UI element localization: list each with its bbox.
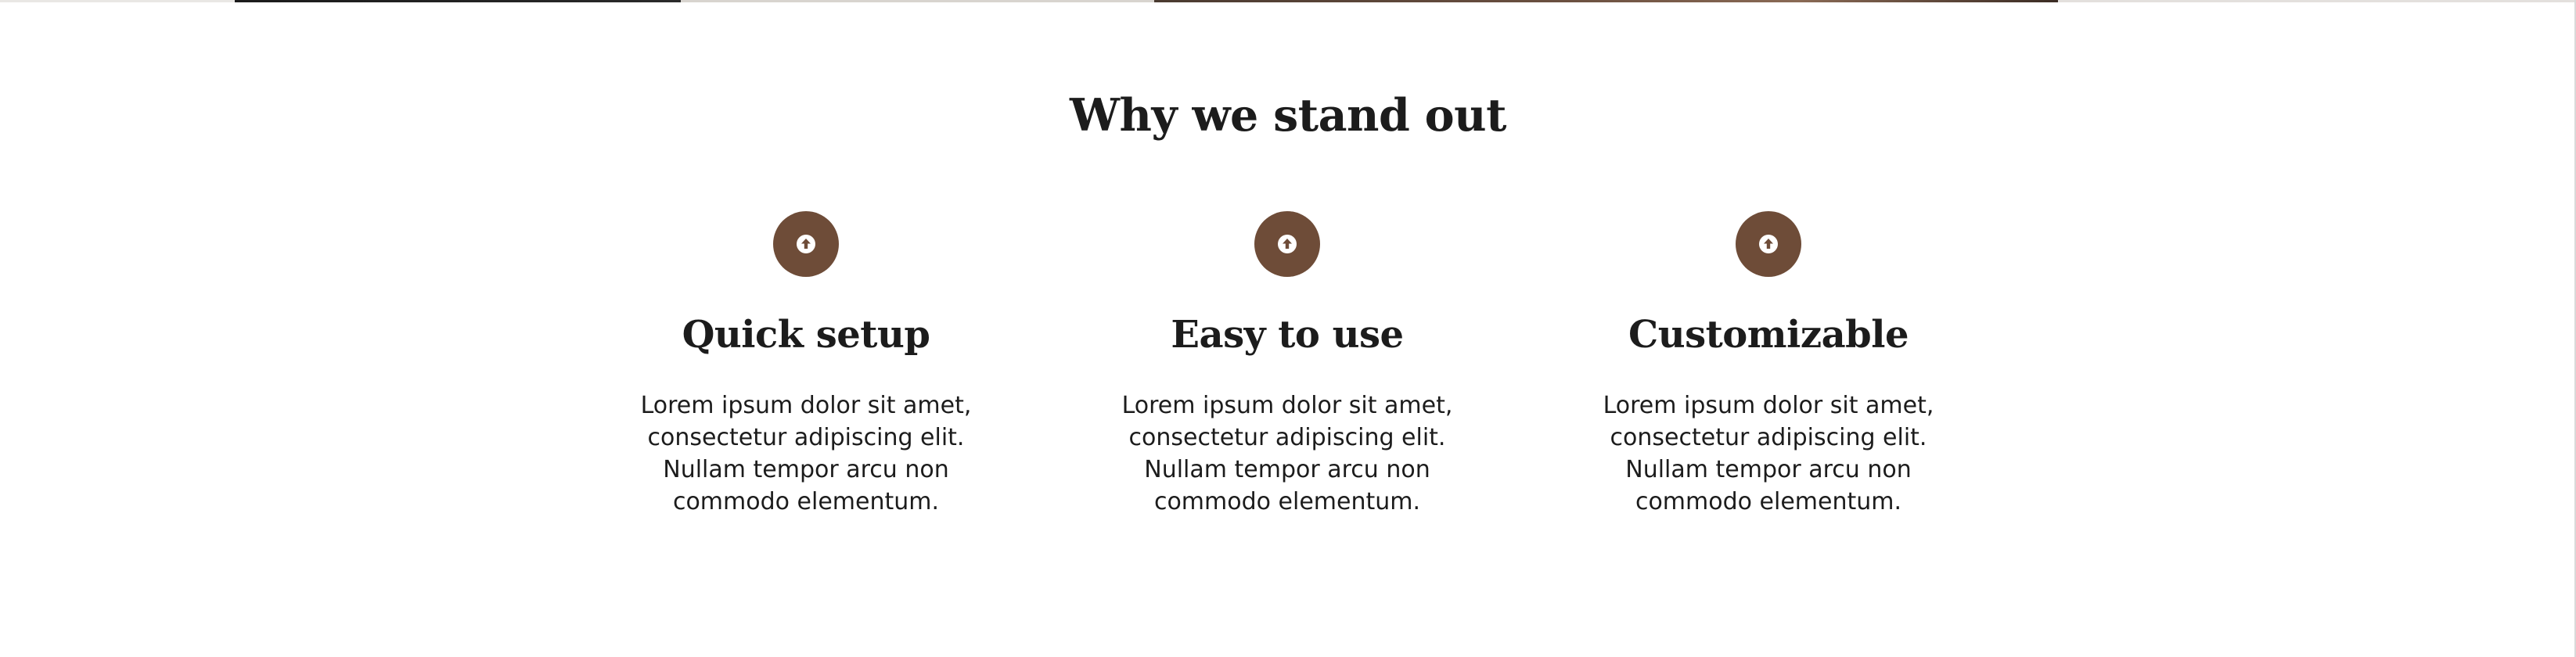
feature-title: Quick setup <box>682 313 930 357</box>
arrow-up-circle-icon <box>773 211 839 277</box>
feature-description: Lorem ipsum dolor sit amet, consectetur … <box>1603 392 1934 515</box>
feature-title: Easy to use <box>1171 313 1404 357</box>
feature-description: Lorem ipsum dolor sit amet, consectetur … <box>640 392 972 515</box>
feature-card-quick-setup: Quick setup Lorem ipsum dolor sit amet, … <box>603 211 1009 518</box>
feature-description: Lorem ipsum dolor sit amet, consectetur … <box>1121 392 1453 515</box>
feature-card-customizable: Customizable Lorem ipsum dolor sit amet,… <box>1565 211 1972 518</box>
arrow-up-circle-icon <box>1254 211 1320 277</box>
section-title: Why we stand out <box>1070 89 1506 142</box>
arrow-up-circle-icon <box>1736 211 1801 277</box>
feature-title: Customizable <box>1628 313 1909 357</box>
hero-image-bottom-edge <box>0 0 2576 2</box>
feature-card-easy-to-use: Easy to use Lorem ipsum dolor sit amet, … <box>1084 211 1491 518</box>
